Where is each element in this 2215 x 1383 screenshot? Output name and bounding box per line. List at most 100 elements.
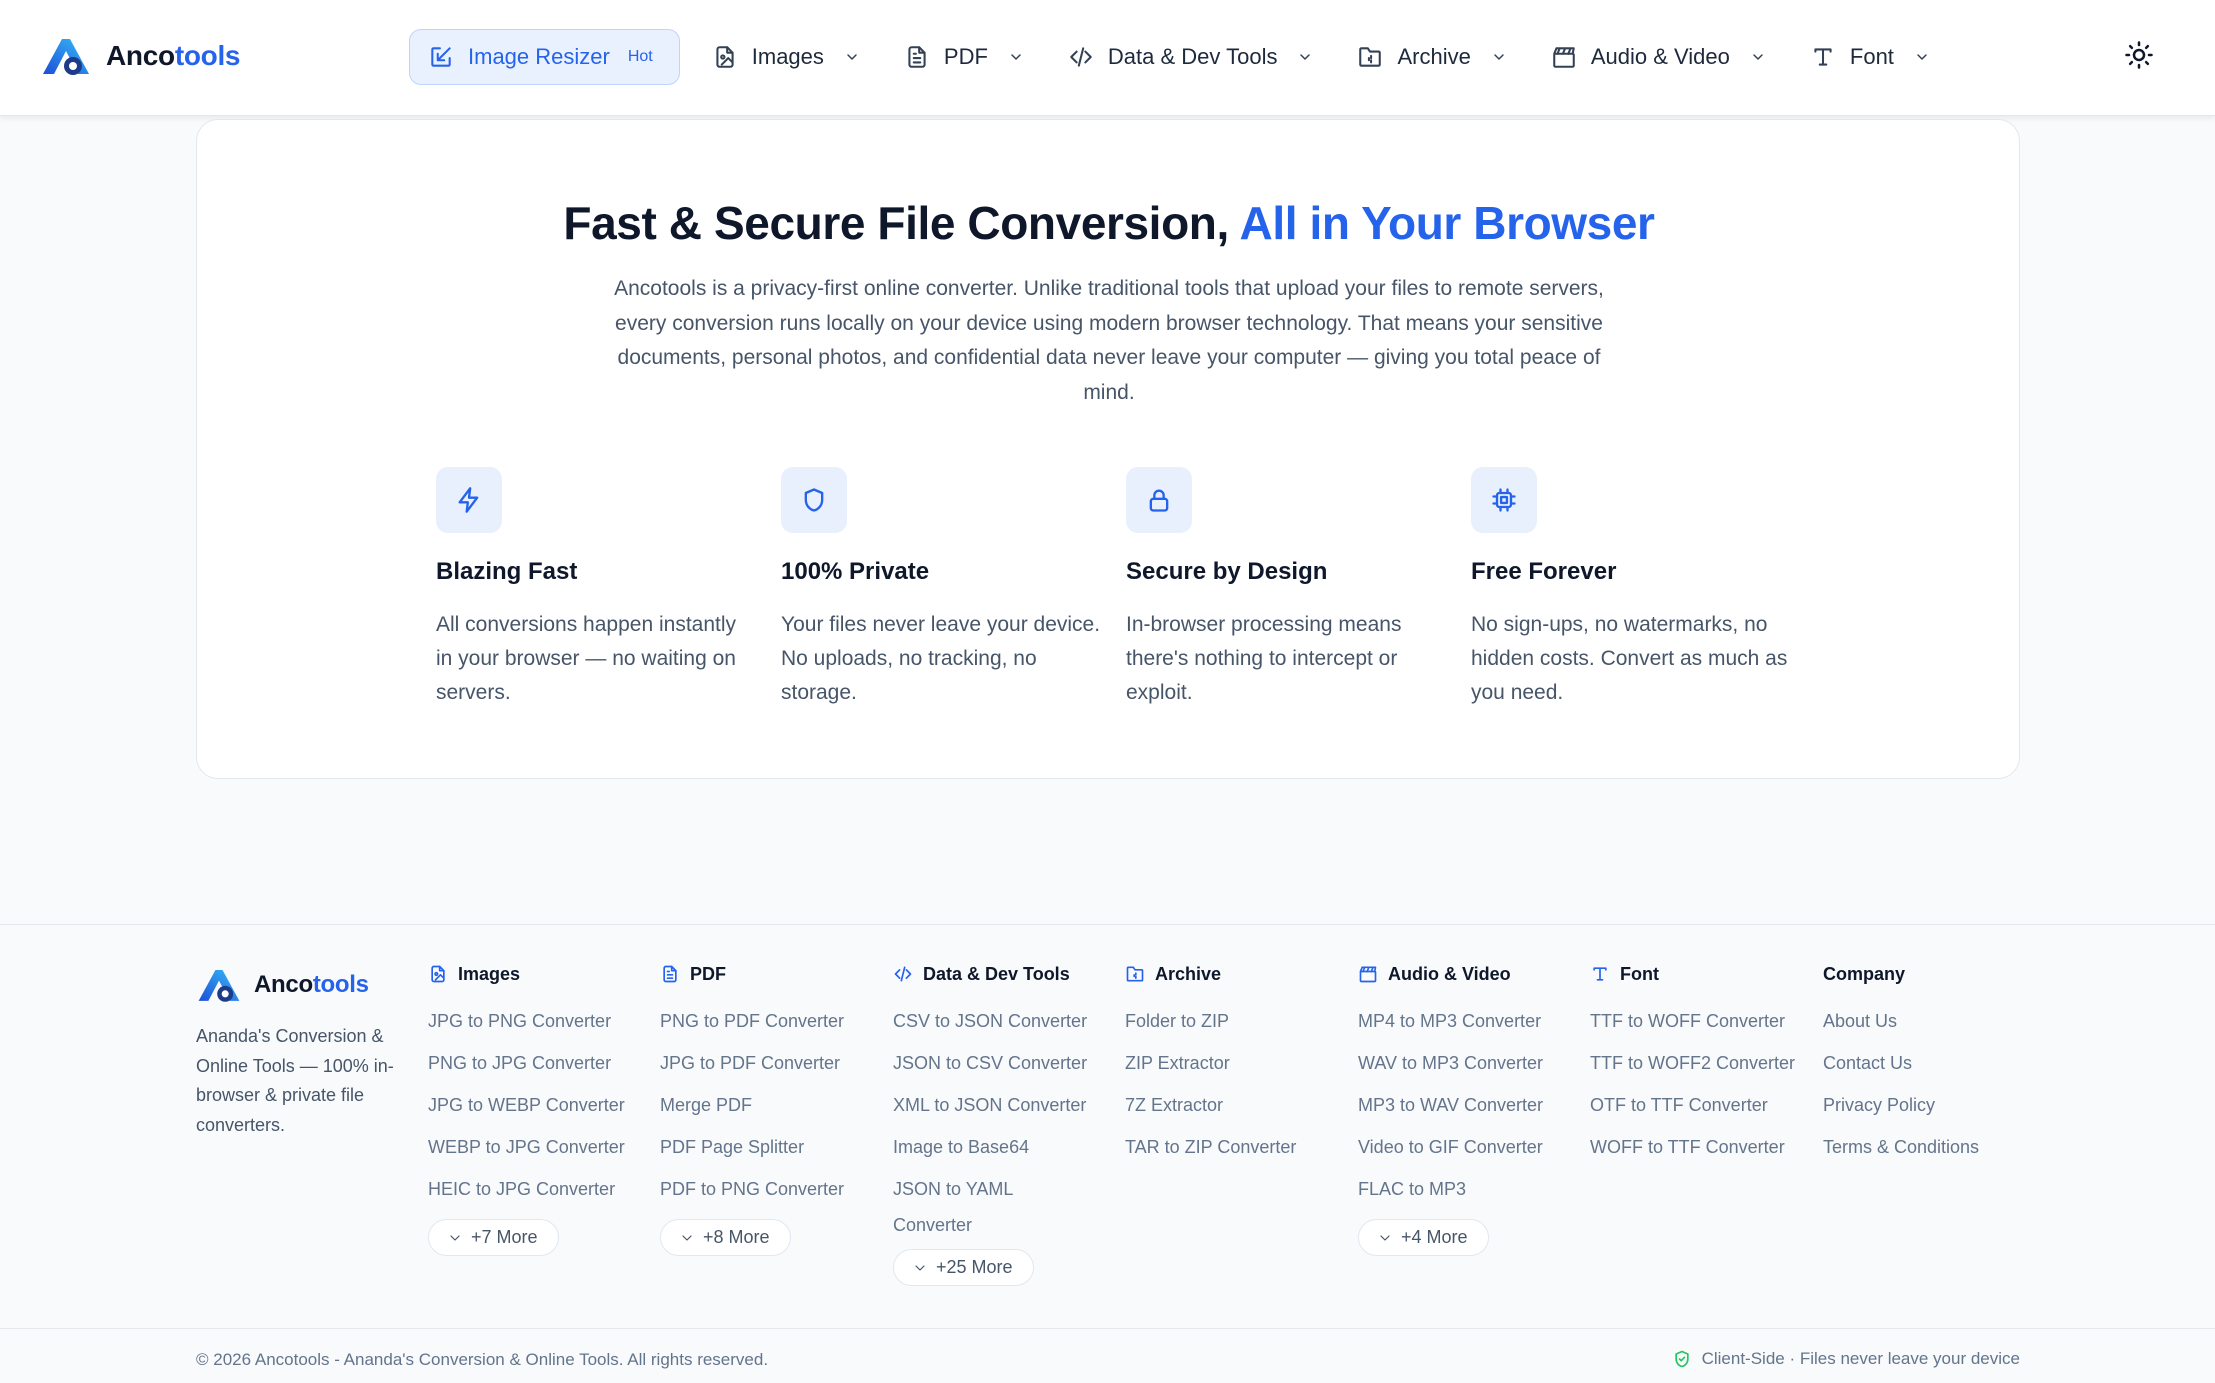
document-icon xyxy=(908,46,926,68)
footer-col-title: Company xyxy=(1823,963,1906,984)
footer-link[interactable]: CSV to JSON Converter xyxy=(893,1003,1113,1045)
footer-tagline: Ananda's Conversion & Online Tools — 100… xyxy=(196,1026,394,1135)
site-logo[interactable]: Ancotools xyxy=(40,35,241,77)
footer-link[interactable]: JSON to CSV Converter xyxy=(893,1045,1113,1087)
footer-link[interactable]: Image to Base64 xyxy=(893,1129,1113,1171)
archive-folder-icon xyxy=(1359,47,1382,67)
footer-link[interactable]: About Us xyxy=(1823,1003,2023,1045)
feature-text: Your files never leave your device. No u… xyxy=(781,613,1101,704)
nav-label: Audio & Video xyxy=(1590,44,1730,69)
footer-link[interactable]: Video to GIF Converter xyxy=(1358,1129,1578,1171)
feature-text: All conversions happen instantly in your… xyxy=(436,613,737,704)
footer-link[interactable]: JPG to PNG Converter xyxy=(428,1003,648,1045)
chevron-down-icon xyxy=(1753,54,1763,60)
footer-bottom-divider xyxy=(0,1328,2215,1329)
feature-title: Blazing Fast xyxy=(436,558,578,585)
footer-link[interactable]: TTF to WOFF Converter xyxy=(1590,1003,1810,1045)
chevron-down-icon xyxy=(847,54,857,60)
theme-toggle-button[interactable] xyxy=(2124,40,2160,76)
footer-link[interactable]: ZIP Extractor xyxy=(1125,1045,1345,1087)
nav-image-resizer[interactable]: Image Resizer Hot xyxy=(409,29,680,85)
more-button[interactable]: +7 More xyxy=(428,1219,559,1256)
logo-text: Ancotools xyxy=(106,40,241,71)
nav-label: Image Resizer xyxy=(468,44,610,69)
hero-title-accent: All in Your Browser xyxy=(1239,197,1655,249)
footer-link[interactable]: 7Z Extractor xyxy=(1125,1087,1345,1129)
footer-link[interactable]: TAR to ZIP Converter xyxy=(1125,1129,1345,1171)
feature-title: Secure by Design xyxy=(1126,558,1328,585)
nav-label: Font xyxy=(1849,44,1894,69)
footer-link[interactable]: JPG to WEBP Converter xyxy=(428,1087,648,1129)
clapperboard-icon xyxy=(1553,47,1575,68)
hot-badge: Hot xyxy=(627,48,653,65)
hero-description: Ancotools is a privacy-first online conv… xyxy=(614,277,1604,404)
footer-link[interactable]: PDF to PNG Converter xyxy=(660,1171,880,1213)
more-button[interactable]: +25 More xyxy=(893,1249,1034,1286)
more-button[interactable]: +8 More xyxy=(660,1219,791,1256)
footer-col-title: Audio & Video xyxy=(1358,962,1578,986)
feature-free: Free Forever No sign-ups, no watermarks,… xyxy=(1471,467,1791,710)
footer-link[interactable]: WAV to MP3 Converter xyxy=(1358,1045,1578,1087)
footer-logo[interactable]: Ancotools xyxy=(196,966,406,1004)
footer-link[interactable]: Merge PDF xyxy=(660,1087,880,1129)
shield-check-icon xyxy=(1674,1350,1689,1368)
chevron-down-icon xyxy=(1011,54,1021,60)
footer-link[interactable]: Folder to ZIP xyxy=(1125,1003,1345,1045)
ancotools-logo-icon xyxy=(198,969,240,1002)
footer-col-data-dev-tools: Data & Dev Tools CSV to JSON Converter J… xyxy=(893,962,1113,1286)
nav-label: Archive xyxy=(1397,44,1471,69)
client-side-text: Client-Side · Files never leave your dev… xyxy=(1701,1349,2020,1368)
footer-col-title: Data & Dev Tools xyxy=(893,962,1113,986)
footer-col-title: Archive xyxy=(1125,962,1345,986)
external-edit-icon xyxy=(431,47,451,67)
archive-folder-icon xyxy=(1126,966,1144,982)
features-card: Fast & Secure File Conversion, All in Yo… xyxy=(196,119,2020,779)
copyright-text: © 2026 Ancotools - Ananda's Conversion &… xyxy=(196,1350,769,1369)
footer-link[interactable]: PNG to PDF Converter xyxy=(660,1003,880,1045)
footer-col-font: Font TTF to WOFF Converter TTF to WOFF2 … xyxy=(1590,962,1810,1171)
main-nav: Image Resizer Hot Images PDF Data & Dev … xyxy=(409,29,1952,85)
chevron-down-icon xyxy=(1380,1234,1390,1241)
footer-link[interactable]: XML to JSON Converter xyxy=(893,1087,1113,1129)
footer-link[interactable]: WOFF to TTF Converter xyxy=(1590,1129,1810,1171)
footer-col-title: PDF xyxy=(660,962,880,986)
footer-link[interactable]: TTF to WOFF2 Converter xyxy=(1590,1045,1810,1087)
footer-link[interactable]: FLAC to MP3 xyxy=(1358,1171,1578,1213)
footer-divider xyxy=(0,924,2215,925)
feature-secure: Secure by Design In-browser processing m… xyxy=(1126,467,1446,710)
footer-link[interactable]: HEIC to JPG Converter xyxy=(428,1171,648,1213)
nav-audio-video[interactable]: Audio & Video xyxy=(1529,29,1788,85)
more-button[interactable]: +4 More xyxy=(1358,1219,1489,1256)
feature-private: 100% Private Your files never leave your… xyxy=(781,467,1101,710)
chevron-down-icon xyxy=(915,1264,925,1271)
footer-link[interactable]: WEBP to JPG Converter xyxy=(428,1129,648,1171)
footer-link[interactable]: JPG to PDF Converter xyxy=(660,1045,880,1087)
footer-col-title: Images xyxy=(428,962,648,986)
nav-images[interactable]: Images xyxy=(690,29,882,85)
chevron-down-icon xyxy=(1300,54,1311,60)
ancotools-logo-icon xyxy=(43,39,89,75)
footer-link[interactable]: PNG to JPG Converter xyxy=(428,1045,648,1087)
hero-title: Fast & Secure File Conversion, All in Yo… xyxy=(563,197,1655,249)
footer-link[interactable]: PDF Page Splitter xyxy=(660,1129,880,1171)
footer-link[interactable]: MP4 to MP3 Converter xyxy=(1358,1003,1578,1045)
nav-archive[interactable]: Archive xyxy=(1335,29,1528,85)
shield-icon xyxy=(781,467,847,533)
nav-data-dev-tools[interactable]: Data & Dev Tools xyxy=(1046,29,1336,85)
feature-text: No sign-ups, no watermarks, no hidden co… xyxy=(1471,613,1788,704)
nav-pdf[interactable]: PDF xyxy=(882,29,1046,85)
footer-link[interactable]: JSON to YAML Converter xyxy=(893,1171,1043,1243)
type-icon xyxy=(1814,48,1832,66)
nav-label: PDF xyxy=(943,44,988,69)
code-icon xyxy=(1070,47,1092,67)
document-icon xyxy=(663,965,677,983)
feature-blazing-fast: Blazing Fast All conversions happen inst… xyxy=(436,467,756,710)
footer-link[interactable]: Contact Us xyxy=(1823,1045,2023,1087)
footer-link[interactable]: OTF to TTF Converter xyxy=(1590,1087,1810,1129)
footer-link[interactable]: Privacy Policy xyxy=(1823,1087,2023,1129)
footer-link[interactable]: Terms & Conditions xyxy=(1823,1129,2023,1171)
nav-font[interactable]: Font xyxy=(1788,29,1952,85)
sun-icon xyxy=(2125,41,2153,69)
clapperboard-icon xyxy=(1359,966,1377,983)
footer-link[interactable]: MP3 to WAV Converter xyxy=(1358,1087,1578,1129)
